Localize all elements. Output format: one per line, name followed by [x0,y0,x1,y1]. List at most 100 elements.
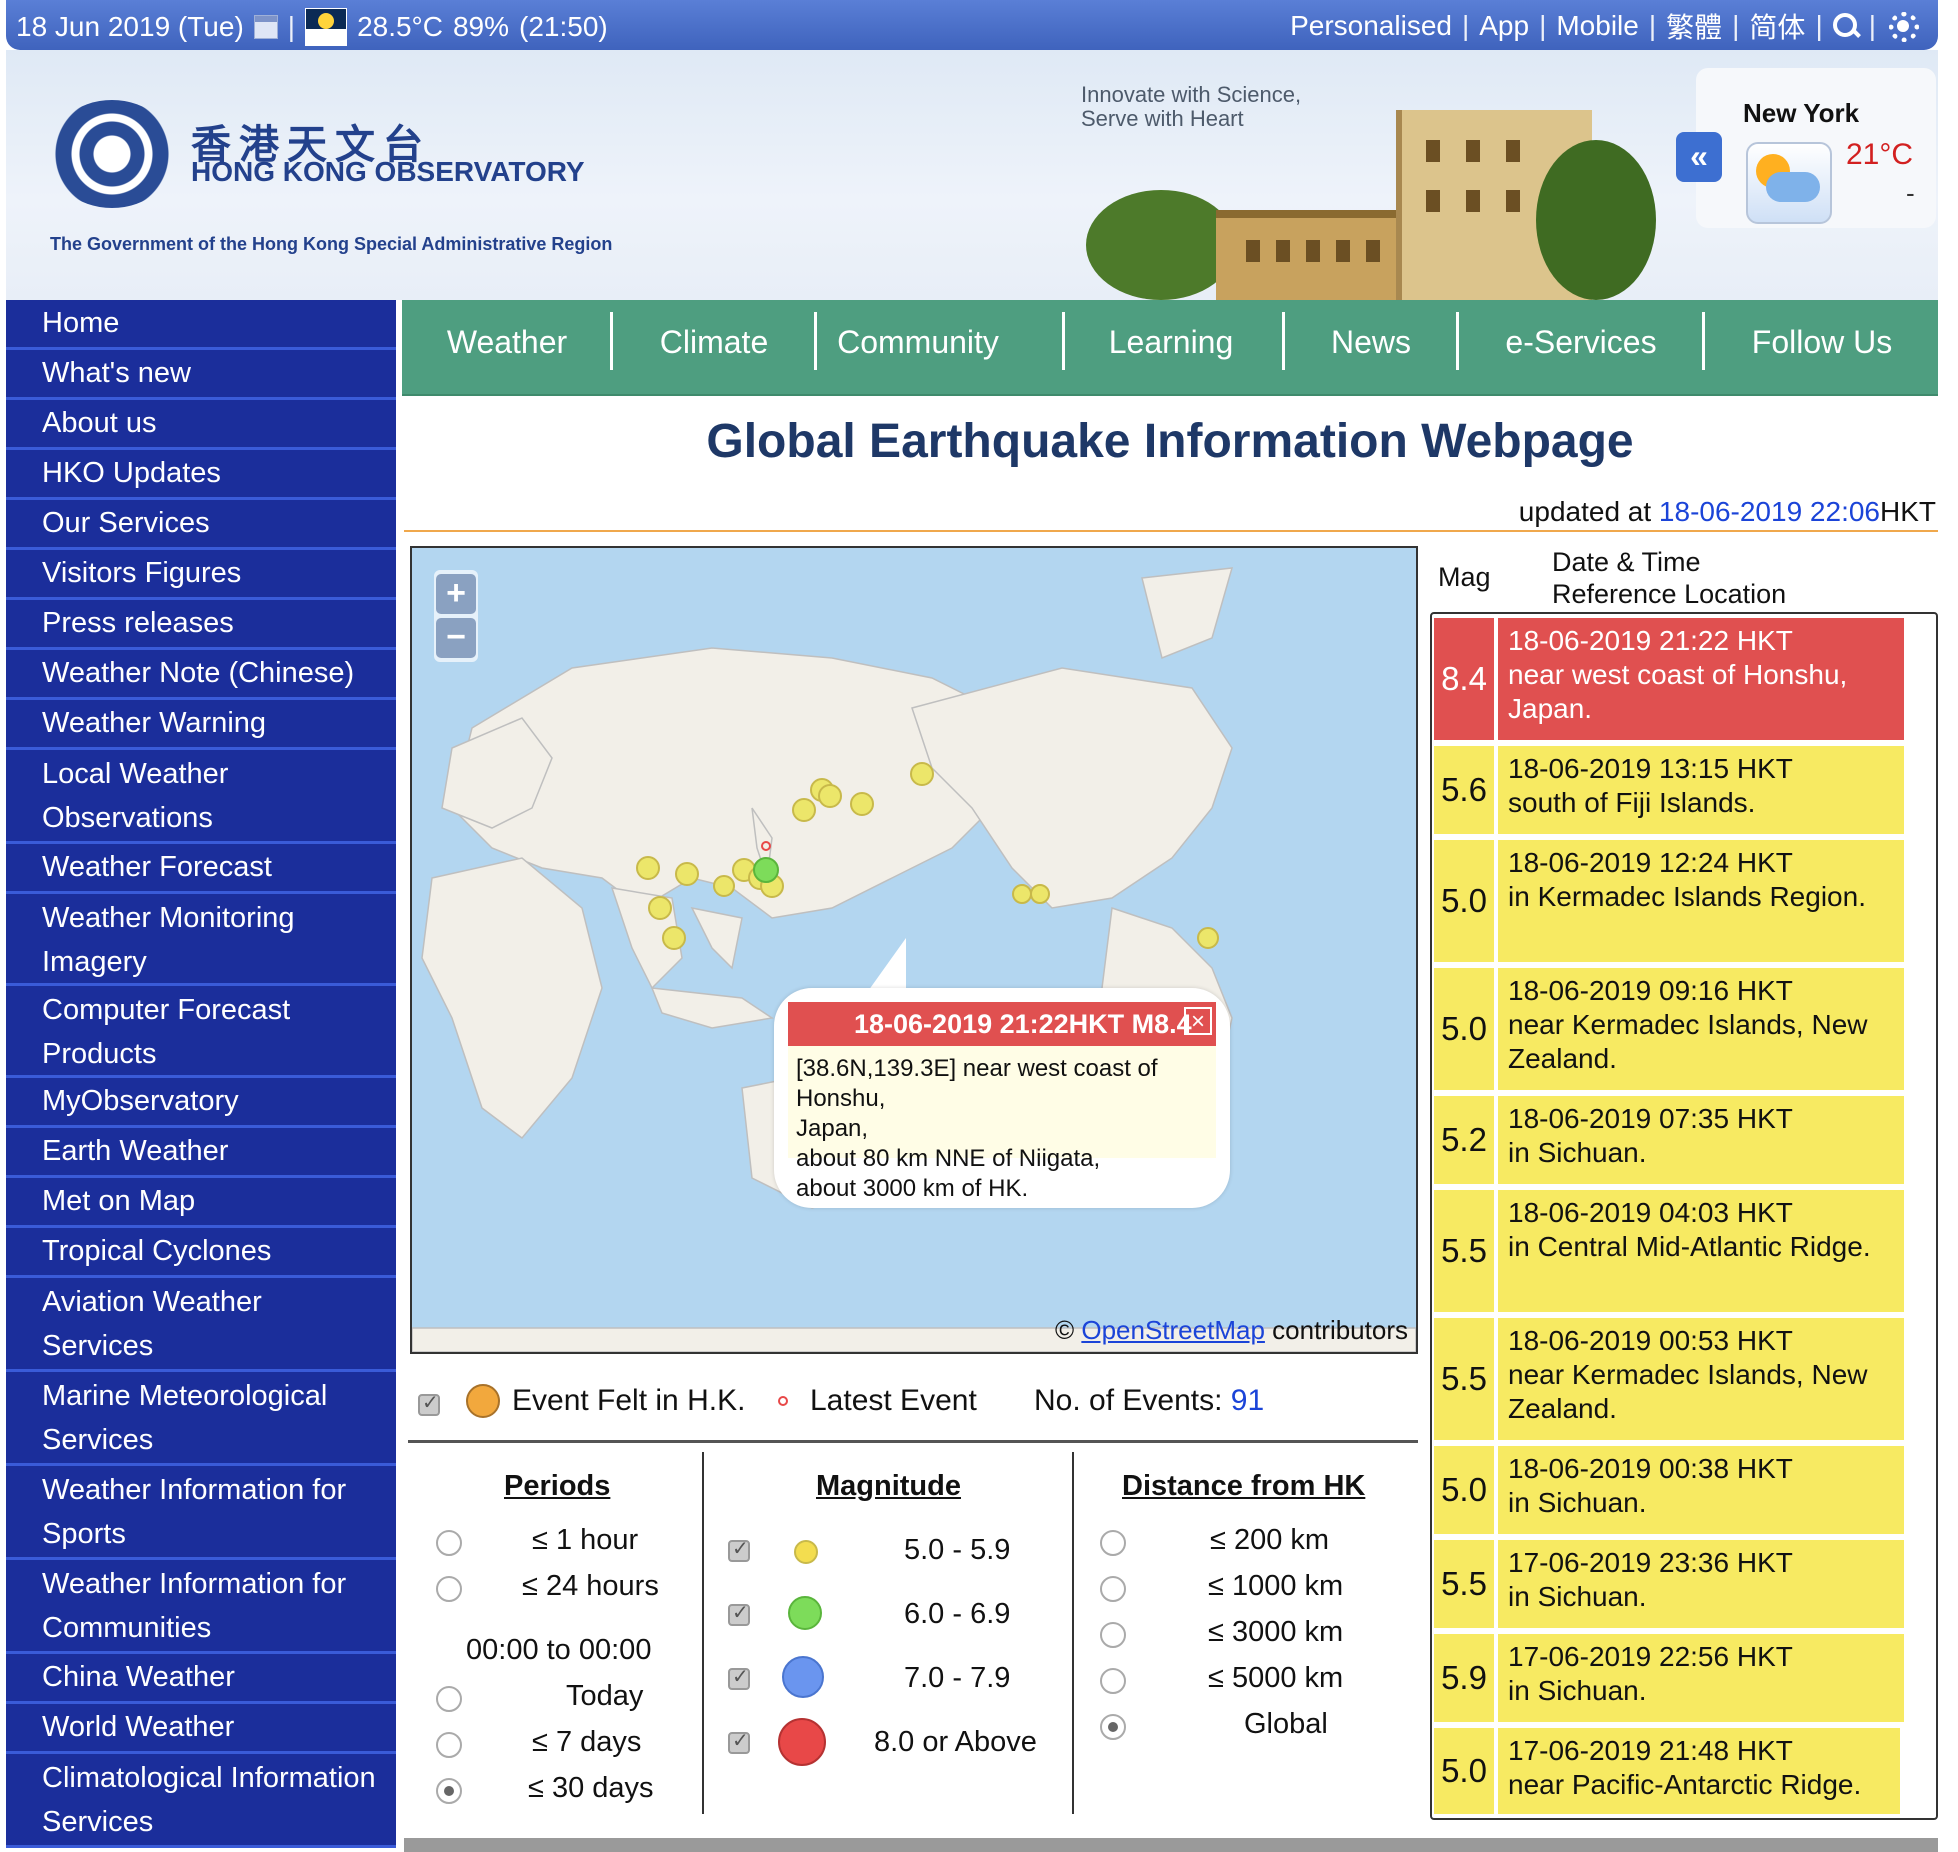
zoom-in-button[interactable]: + [436,574,476,614]
event-row[interactable]: 5.6 18-06-2019 13:15 HKT south of Fiji Is… [1434,746,1904,834]
event-time: 18-06-2019 00:53 HKT [1508,1325,1793,1356]
openstreetmap-link[interactable]: OpenStreetMap [1081,1315,1265,1345]
mag-7-dot-icon [782,1656,824,1698]
chevron-left-icon[interactable]: « [1676,132,1722,182]
event-location: south of Fiji Islands. [1508,787,1756,818]
event-row[interactable]: 5.5 18-06-2019 04:03 HKT in Central Mid-A… [1434,1190,1904,1312]
horizontal-scrollbar[interactable] [404,1838,1938,1852]
events-count: 91 [1230,1384,1265,1417]
sidebar-item-hko-updates[interactable]: HKO Updates [6,450,396,500]
map-credit: © OpenStreetMap contributors [1054,1315,1408,1345]
sidebar-item-whats-new[interactable]: What's new [6,350,396,400]
mag-7-checkbox[interactable] [728,1664,750,1690]
sidebar-item-climatological[interactable]: Climatological Information Services [6,1754,396,1848]
tab-e-services[interactable]: e-Services [1460,314,1702,370]
logo-english-text[interactable]: HONG KONG OBSERVATORY [191,156,585,188]
sidebar-item-computer-forecast[interactable]: Computer Forecast Products [6,986,396,1078]
link-app[interactable]: App [1479,10,1529,42]
dist-global-radio[interactable] [1100,1714,1126,1740]
period-1h-radio[interactable] [436,1530,462,1556]
event-row[interactable]: 5.0 18-06-2019 00:38 HKT in Sichuan. [1434,1446,1904,1534]
sidebar-item-weather-note[interactable]: Weather Note (Chinese) [6,650,396,700]
sidebar-item-aviation-weather[interactable]: Aviation Weather Services [6,1278,396,1372]
sidebar-item-met-on-map[interactable]: Met on Map [6,1178,396,1228]
sidebar-item-about-us[interactable]: About us [6,400,396,450]
temperature-text: 28.5°C [357,11,443,42]
sidebar-item-press-releases[interactable]: Press releases [6,600,396,650]
event-mag: 5.6 [1434,746,1494,834]
event-row[interactable]: 5.9 17-06-2019 22:56 HKT in Sichuan. [1434,1634,1904,1722]
sidebar-item-earth-weather[interactable]: Earth Weather [6,1128,396,1178]
popup-title: 18-06-2019 21:22HKT M8.4 [788,1002,1216,1046]
link-mobile[interactable]: Mobile [1556,10,1638,42]
earthquake-map[interactable]: + − 18-06-2019 21:22HKT M8.4 × [38.6N,13… [410,546,1418,1354]
link-personalised[interactable]: Personalised [1290,10,1452,42]
hko-logo-icon[interactable] [48,100,176,208]
period-today-label: Today [566,1680,644,1712]
page-title: Global Earthquake Information Webpage [706,415,1634,468]
dist-3000-radio[interactable] [1100,1622,1126,1648]
link-simplified-chinese[interactable]: 简体 [1749,6,1805,46]
sidebar-item-weather-forecast[interactable]: Weather Forecast [6,844,396,894]
event-row[interactable]: 5.5 18-06-2019 00:53 HKT near Kermadec Is… [1434,1318,1904,1440]
sidebar-item-home[interactable]: Home [6,300,396,350]
sidebar-item-china-weather[interactable]: China Weather [6,1654,396,1704]
event-row[interactable]: 5.0 18-06-2019 09:16 HKT near Kermadec Is… [1434,968,1904,1090]
period-today-radio[interactable] [436,1686,462,1712]
tab-community[interactable]: Community [818,314,1018,370]
sidebar-item-myobservatory[interactable]: MyObservatory [6,1078,396,1128]
period-30d-radio[interactable] [436,1778,462,1804]
event-mag: 5.0 [1434,840,1494,962]
event-row[interactable]: 5.0 17-06-2019 21:48 HKT near Pacific-Ant… [1434,1728,1900,1814]
mag-5-checkbox[interactable] [728,1536,750,1562]
period-7d-radio[interactable] [436,1732,462,1758]
tab-learning[interactable]: Learning [1066,314,1276,370]
link-traditional-chinese[interactable]: 繁體 [1666,6,1722,46]
sidebar-item-our-services[interactable]: Our Services [6,500,396,550]
sidebar-item-visitors-figures[interactable]: Visitors Figures [6,550,396,600]
event-mag: 5.9 [1434,1634,1494,1722]
zoom-out-button[interactable]: − [436,618,476,658]
legend-row: Event Felt in H.K. Latest Event No. of E… [410,1382,1418,1422]
sidebar-item-weather-communities[interactable]: Weather Information for Communities [6,1560,396,1654]
tab-news[interactable]: News [1286,314,1456,370]
calendar-icon[interactable] [253,15,278,39]
sidebar-item-weather-warning[interactable]: Weather Warning [6,700,396,750]
mag-8-checkbox[interactable] [728,1728,750,1754]
sidebar-item-marine-meteorological[interactable]: Marine Meteorological Services [6,1372,396,1466]
event-time: 18-06-2019 04:03 HKT [1508,1197,1793,1228]
humidity-text: 89% [452,11,510,42]
event-row[interactable]: 5.2 18-06-2019 07:35 HKT in Sichuan. [1434,1096,1904,1184]
latest-label: Latest Event [810,1384,977,1417]
sidebar-item-weather-sports[interactable]: Weather Information for Sports [6,1466,396,1560]
mag-5-label: 5.0 - 5.9 [904,1534,1011,1566]
event-mag: 5.5 [1434,1540,1494,1628]
mag-6-checkbox[interactable] [728,1600,750,1626]
dist-200-radio[interactable] [1100,1530,1126,1556]
sidebar-item-monitoring-imagery[interactable]: Weather Monitoring Imagery [6,894,396,986]
felt-label: Event Felt in H.K. [512,1384,746,1417]
gear-icon[interactable] [1886,9,1920,43]
dist-5000-radio[interactable] [1100,1668,1126,1694]
obs-time-text: (21:50) [519,11,608,42]
search-icon[interactable] [1832,13,1859,39]
sidebar-item-tropical-cyclones[interactable]: Tropical Cyclones [6,1228,396,1278]
tab-weather[interactable]: Weather [402,314,612,370]
event-row[interactable]: 8.4 18-06-2019 21:22 HKT near west coast … [1434,618,1904,740]
event-location: near Pacific-Antarctic Ridge. [1508,1769,1862,1800]
period-24h-radio[interactable] [436,1576,462,1602]
event-row[interactable]: 5.0 18-06-2019 12:24 HKT in Kermadec Isla… [1434,840,1904,962]
close-icon[interactable]: × [1184,1007,1212,1035]
dist-200-label: ≤ 200 km [1210,1524,1330,1556]
city-extra: - [1906,178,1915,208]
tab-climate[interactable]: Climate [614,314,814,370]
felt-checkbox[interactable] [418,1390,440,1416]
tab-follow-us[interactable]: Follow Us [1706,314,1938,370]
sidebar-item-world-weather[interactable]: World Weather [6,1704,396,1754]
sidebar-item-local-weather[interactable]: Local Weather Observations [6,750,396,844]
event-row[interactable]: 5.5 17-06-2019 23:36 HKT in Sichuan. [1434,1540,1904,1628]
sun-cloud-rain-icon [1746,142,1832,224]
periods-title: Periods [504,1470,611,1502]
weather-icon[interactable] [305,8,348,46]
dist-1000-radio[interactable] [1100,1576,1126,1602]
